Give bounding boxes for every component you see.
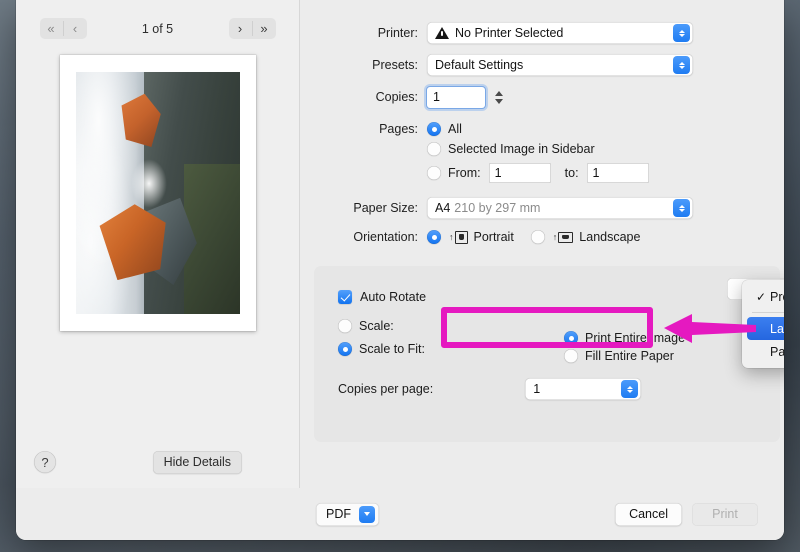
scale-label: Scale: bbox=[359, 319, 394, 333]
first-page-icon[interactable]: « bbox=[40, 18, 63, 39]
help-button[interactable]: ? bbox=[34, 451, 56, 473]
print-dialog-window: « ‹ 1 of 5 › » ? Hide Details Printer: N… bbox=[16, 0, 784, 540]
chevron-updown-icon bbox=[673, 199, 690, 217]
portrait-label: Portrait bbox=[473, 230, 514, 244]
presets-row: Presets: Default Settings bbox=[300, 54, 758, 76]
page-navigation: « ‹ 1 of 5 › » bbox=[39, 18, 276, 39]
nav-group-back[interactable]: « ‹ bbox=[39, 18, 87, 39]
next-page-icon[interactable]: › bbox=[229, 18, 252, 39]
landscape-label: Landscape bbox=[579, 230, 641, 244]
page-thumbnail[interactable] bbox=[59, 55, 256, 331]
hide-details-button[interactable]: Hide Details bbox=[152, 450, 242, 474]
radio-print-entire-image[interactable] bbox=[564, 331, 578, 345]
orientation-row: Orientation: ↑ Portrait ↑ Landscape bbox=[300, 230, 758, 244]
pdf-button-label: PDF bbox=[326, 507, 351, 521]
menu-item-paper-handling-label: Paper Handling bbox=[770, 344, 784, 359]
preview-pane: « ‹ 1 of 5 › » ? Hide Details bbox=[16, 0, 300, 488]
copies-per-page-label: Copies per page: bbox=[338, 382, 434, 396]
warning-icon bbox=[435, 27, 449, 39]
last-page-icon[interactable]: » bbox=[253, 18, 276, 39]
menu-item-layout-label: Layout bbox=[770, 321, 784, 336]
settings-pane: Printer: No Printer Selected Presets: De… bbox=[300, 0, 784, 488]
menu-item-preview-label: Preview bbox=[770, 289, 784, 304]
presets-select[interactable]: Default Settings bbox=[427, 54, 693, 76]
desktop-background: « ‹ 1 of 5 › » ? Hide Details Printer: N… bbox=[0, 0, 800, 552]
chevron-updown-icon bbox=[673, 56, 690, 74]
presets-value: Default Settings bbox=[435, 58, 524, 72]
checkbox-auto-rotate[interactable] bbox=[338, 290, 352, 304]
radio-fill-entire-paper[interactable] bbox=[564, 349, 578, 363]
preview-photo bbox=[75, 72, 240, 314]
copies-per-page-row: Copies per page: 1 bbox=[338, 378, 760, 400]
printer-select[interactable]: No Printer Selected bbox=[427, 22, 693, 44]
pages-row: Pages: All bbox=[300, 122, 758, 136]
pages-from-label: From: bbox=[448, 166, 481, 180]
dialog-body: « ‹ 1 of 5 › » ? Hide Details Printer: N… bbox=[16, 0, 784, 488]
auto-rotate-label: Auto Rotate bbox=[360, 290, 427, 304]
pages-label: Pages: bbox=[379, 122, 418, 136]
radio-scale[interactable] bbox=[338, 319, 352, 333]
orientation-label: Orientation: bbox=[353, 230, 418, 244]
preview-footer: ? Hide Details bbox=[16, 436, 300, 488]
radio-scale-to-fit[interactable] bbox=[338, 342, 352, 356]
copies-per-page-select[interactable]: 1 bbox=[525, 378, 642, 400]
copies-stepper[interactable] bbox=[492, 86, 506, 108]
chevron-updown-icon bbox=[621, 380, 639, 398]
chevron-updown-icon bbox=[673, 24, 690, 42]
chevron-down-icon bbox=[359, 505, 375, 523]
printer-row: Printer: No Printer Selected bbox=[300, 22, 758, 44]
radio-orientation-landscape[interactable] bbox=[530, 230, 545, 244]
cancel-button[interactable]: Cancel bbox=[615, 502, 682, 526]
checkmark-icon: ✓ bbox=[756, 289, 767, 304]
print-button: Print bbox=[692, 502, 758, 526]
dialog-footer: PDF Cancel Print bbox=[16, 488, 784, 540]
previous-page-icon[interactable]: ‹ bbox=[64, 18, 87, 39]
printer-label: Printer: bbox=[377, 26, 418, 40]
nav-group-forward[interactable]: › » bbox=[228, 18, 276, 39]
copies-per-page-value: 1 bbox=[533, 382, 541, 396]
radio-orientation-portrait[interactable] bbox=[427, 230, 441, 244]
copies-input[interactable]: 1 bbox=[427, 86, 485, 108]
paper-size-row: Paper Size: A4 210 by 297 mm bbox=[300, 197, 758, 219]
photo-spray-region bbox=[131, 159, 168, 208]
paper-size-value: A4 bbox=[435, 201, 451, 215]
pages-selected-image-row: Selected Image in Sidebar bbox=[427, 142, 758, 156]
copies-row: Copies: 1 bbox=[300, 86, 758, 108]
pages-to-input[interactable]: 1 bbox=[586, 163, 649, 183]
paper-size-label: Paper Size: bbox=[353, 201, 418, 215]
radio-pages-range[interactable] bbox=[427, 166, 441, 180]
fill-entire-paper-row: Fill Entire Paper bbox=[564, 349, 685, 363]
pages-options-block: Selected Image in Sidebar From: 1 to: 1 bbox=[427, 142, 758, 183]
paper-size-select[interactable]: A4 210 by 297 mm bbox=[427, 197, 693, 219]
copies-label: Copies: bbox=[375, 90, 418, 104]
pages-from-input[interactable]: 1 bbox=[488, 163, 551, 183]
scale-to-fit-label: Scale to Fit: bbox=[359, 342, 425, 356]
radio-pages-selected-image[interactable] bbox=[427, 142, 441, 156]
printer-value: No Printer Selected bbox=[455, 26, 564, 40]
fill-entire-paper-label: Fill Entire Paper bbox=[585, 349, 674, 363]
pages-range-row: From: 1 to: 1 bbox=[427, 163, 758, 183]
menu-item-preview[interactable]: ✓ Preview bbox=[747, 285, 784, 308]
pdf-button[interactable]: PDF bbox=[316, 502, 379, 526]
pages-selected-image-label: Selected Image in Sidebar bbox=[448, 142, 595, 156]
auto-rotate-row: Auto Rotate bbox=[338, 290, 760, 304]
landscape-orientation-icon: ↑ bbox=[553, 232, 574, 243]
annotation-arrow-icon bbox=[664, 314, 756, 343]
portrait-orientation-icon: ↑ bbox=[449, 231, 468, 244]
pages-all-label: All bbox=[448, 122, 462, 136]
print-options-group: Auto Rotate Scale: Scale to Fit: Print E… bbox=[314, 266, 780, 442]
pages-to-label: to: bbox=[564, 166, 579, 180]
paper-size-dimensions: 210 by 297 mm bbox=[454, 201, 541, 215]
page-counter: 1 of 5 bbox=[141, 21, 174, 36]
radio-pages-all[interactable] bbox=[427, 122, 441, 136]
presets-label: Presets: bbox=[372, 58, 418, 72]
